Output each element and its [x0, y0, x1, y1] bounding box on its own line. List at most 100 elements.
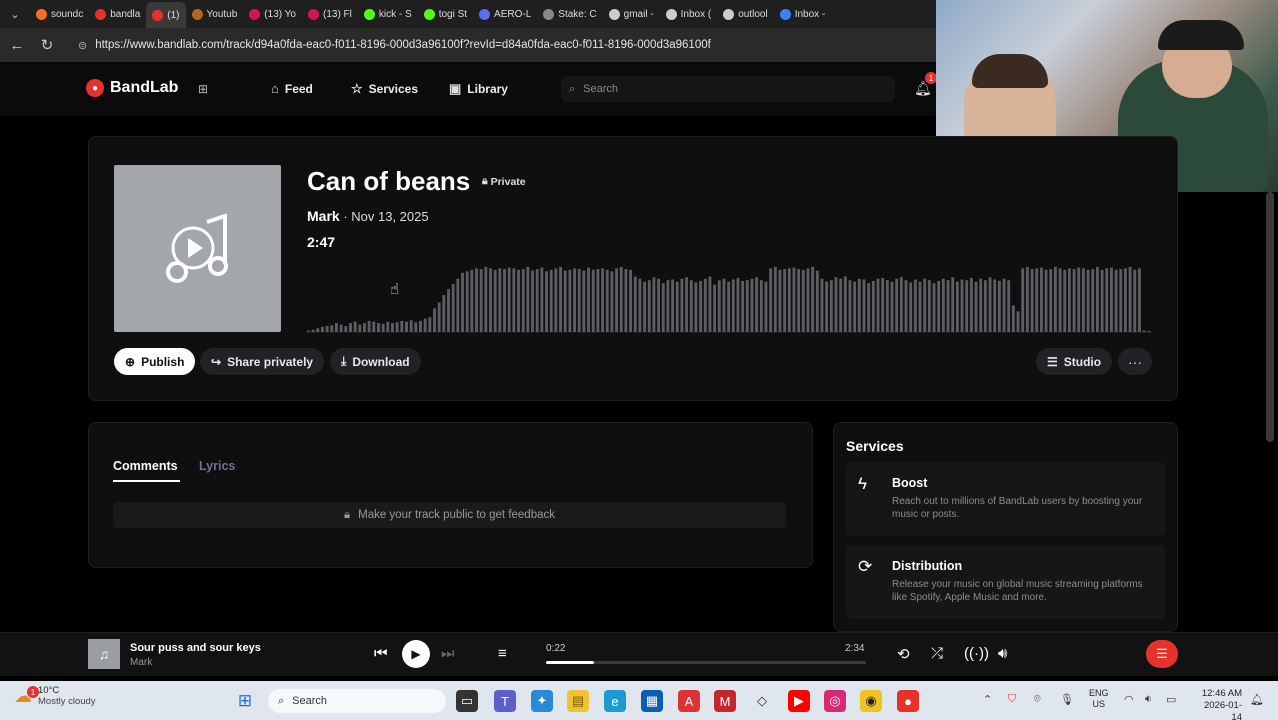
bandlab-logo[interactable]: ● BandLab	[86, 79, 178, 97]
browser-tab[interactable]: (13) Fl	[302, 3, 358, 25]
teams-icon[interactable]: T	[494, 690, 516, 712]
publish-button[interactable]: ⊕ Publish	[114, 348, 196, 375]
share-privately-button[interactable]: ↪ Share privately	[200, 348, 325, 375]
waveform-bar	[1030, 269, 1034, 332]
weather-widget[interactable]: ☁ 10°C Mostly cloudy	[14, 685, 96, 707]
service-boost[interactable]: ϟ Boost Reach out to millions of BandLab…	[846, 462, 1166, 536]
browser-tab[interactable]: (1)	[146, 2, 186, 28]
notification-center-icon[interactable]: 🔔︎	[1250, 693, 1264, 706]
queue-menu-button[interactable]: ☰	[1146, 640, 1178, 668]
playback-progress[interactable]	[546, 661, 866, 664]
bandlab-app-icon[interactable]: ●	[897, 690, 919, 712]
repeat-icon[interactable]: ⟲	[897, 645, 910, 663]
nav-services[interactable]: ☆ Services	[351, 81, 418, 97]
nav-library[interactable]: ▣ Library	[449, 81, 508, 97]
system-clock[interactable]: 12:46 AM 2026-01-14	[1196, 688, 1242, 720]
page-scrollbar[interactable]	[1266, 192, 1274, 442]
now-playing-cover[interactable]: ♫	[88, 639, 120, 669]
waveform-bar	[652, 277, 656, 332]
now-playing-title[interactable]: Sour puss and sour keys	[130, 642, 261, 654]
edge-browser-icon[interactable]: e	[604, 690, 626, 712]
waveform-bar	[447, 289, 450, 332]
browser-tab[interactable]: soundc	[30, 3, 89, 25]
mcafee-icon[interactable]: M	[714, 690, 736, 712]
store-icon[interactable]: ▦	[641, 690, 663, 712]
tray-network-app-icon[interactable]: ⌾	[1034, 693, 1041, 706]
browser-tab[interactable]: AERO-L	[473, 3, 537, 25]
tab-comments[interactable]: Comments	[113, 459, 178, 473]
show-hidden-icons-chevron-icon[interactable]: ⌃	[983, 693, 992, 706]
browser-tab[interactable]: outlool	[717, 3, 773, 25]
waveform-bar	[1021, 268, 1025, 332]
browser-tab[interactable]: kick - S	[358, 3, 418, 25]
taskbar-search[interactable]: ⌕ Search	[268, 689, 446, 713]
browser-tab[interactable]: Inbox (	[660, 3, 718, 25]
wifi-icon[interactable]: ◠	[1124, 693, 1134, 706]
site-info-icon[interactable]: ⊜	[78, 39, 87, 52]
waveform-bar	[946, 280, 950, 332]
previous-track-icon[interactable]: ⏮︎	[374, 645, 388, 662]
browser-tab[interactable]: gmail -	[603, 3, 660, 25]
nav-feed[interactable]: ⌂ Feed	[271, 81, 313, 96]
broadcast-icon[interactable]: ((·))	[964, 645, 989, 662]
waveform-bar	[489, 268, 492, 332]
next-track-icon[interactable]: ⏭︎	[441, 645, 455, 662]
tab-favicon-icon	[308, 8, 319, 20]
waveform-bar	[400, 320, 404, 332]
tab-favicon-icon	[723, 8, 735, 20]
file-explorer-icon[interactable]: ▤	[567, 690, 589, 712]
input-language[interactable]: ENG US	[1089, 688, 1109, 710]
waveform-bar	[895, 278, 899, 332]
instagram-icon[interactable]: ◎	[824, 690, 846, 712]
waveform-bar	[582, 270, 586, 332]
download-button[interactable]: ⤓ Download	[330, 348, 421, 375]
browser-tab[interactable]: togi St	[418, 3, 473, 25]
browser-tab-label: kick - S	[378, 8, 412, 20]
speaker-icon[interactable]: 🔉︎	[1145, 693, 1152, 706]
browser-tab[interactable]: Stake: C	[537, 3, 602, 25]
queue-list-icon[interactable]: ≡	[498, 645, 507, 662]
shuffle-icon[interactable]: ⤮	[931, 645, 943, 662]
track-waveform[interactable]	[307, 255, 1152, 333]
url-field[interactable]: ⊜ https://www.bandlab.com/track/d94a0fda…	[70, 33, 940, 57]
webcam-person-left-hair	[972, 54, 1048, 88]
studio-button[interactable]: ☰ Studio	[1036, 348, 1113, 375]
artist-name[interactable]: Mark	[307, 208, 340, 224]
back-arrow-icon[interactable]: ←	[4, 32, 30, 58]
waveform-bar	[638, 278, 642, 332]
waveform-bar	[750, 278, 754, 332]
browser-tab[interactable]: bandla	[89, 3, 146, 25]
windows-start-icon[interactable]: ⊞	[234, 690, 256, 712]
tray-microphone-icon[interactable]: 🎙︎	[1060, 693, 1074, 706]
browser-tab[interactable]: Inbox -	[774, 3, 832, 25]
pdf-app-icon[interactable]: A	[678, 690, 700, 712]
battery-icon[interactable]: ▭	[1166, 693, 1176, 706]
task-view-icon[interactable]: ▭	[456, 690, 478, 712]
browser-tab[interactable]: Youtub	[186, 3, 244, 25]
waveform-bar	[834, 277, 838, 332]
waveform-bar	[857, 278, 861, 332]
taskbar-search-label: Search	[292, 695, 328, 707]
dropbox-icon[interactable]: ◇	[751, 690, 773, 712]
service-distribution[interactable]: ⟳ Distribution Release your music on glo…	[846, 545, 1166, 619]
browser-tab[interactable]: (13) Yo	[243, 3, 302, 25]
copilot-icon[interactable]: ✦	[531, 690, 553, 712]
track-cover-art[interactable]	[114, 165, 281, 332]
apps-grid-icon[interactable]: ⊞	[198, 82, 212, 96]
youtube-icon[interactable]: ▶	[788, 690, 810, 712]
tab-lyrics[interactable]: Lyrics	[199, 459, 235, 473]
tab-favicon-icon	[479, 8, 491, 20]
waveform-bar	[1053, 266, 1057, 332]
volume-icon[interactable]: 🔊︎	[998, 645, 1007, 662]
reload-icon[interactable]: ↻	[34, 32, 60, 58]
tab-list-chevron-icon[interactable]: ⌄	[0, 0, 30, 28]
now-playing-artist[interactable]: Mark	[130, 657, 152, 668]
waveform-bar	[372, 321, 376, 332]
waveform-bar	[1095, 266, 1099, 332]
play-button[interactable]: ▶	[402, 640, 430, 668]
waveform-bar	[465, 271, 469, 332]
search-input[interactable]: ⌕ Search	[561, 76, 895, 102]
chrome-icon[interactable]: ◉	[860, 690, 882, 712]
more-options-button[interactable]: ···	[1118, 348, 1152, 375]
tray-security-icon[interactable]: ⛉	[1008, 693, 1016, 706]
